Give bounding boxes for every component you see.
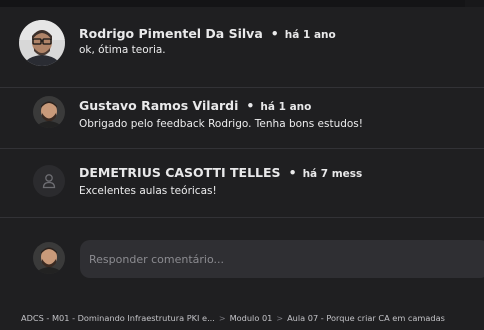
comment-time: há 1 ano — [284, 29, 336, 41]
comment-item: DEMETRIUS CASOTTI TELLES • há 7 mess Excel… — [0, 149, 484, 217]
comment-meta: Gustavo Ramos Vilardi • há 1 ano — [79, 98, 311, 113]
author-name[interactable]: Gustavo Ramos Vilardi — [79, 98, 238, 113]
reply-input[interactable] — [80, 240, 484, 278]
author-name[interactable]: Rodrigo Pimentel Da Silva — [79, 26, 263, 41]
comment-meta: Rodrigo Pimentel Da Silva • há 1 ano — [79, 26, 336, 41]
breadcrumb-item-lesson[interactable]: Aula 07 - Porque criar CA em camadas — [287, 313, 445, 323]
meta-separator: • — [270, 26, 279, 41]
breadcrumb-item-course[interactable]: ADCS - M01 - Dominando Infraestrutura PK… — [21, 313, 215, 323]
comment-meta: DEMETRIUS CASOTTI TELLES • há 7 mess — [79, 165, 362, 180]
reply-box — [80, 240, 484, 278]
comment-text: ok, ótima teoria. — [79, 44, 166, 56]
chevron-right-icon: > — [276, 314, 284, 323]
user-icon — [42, 174, 56, 189]
author-avatar[interactable] — [33, 165, 65, 197]
comment-text: Excelentes aulas teóricas! — [79, 185, 217, 197]
comment-time: há 1 ano — [260, 101, 312, 113]
photo-avatar-beard-icon — [33, 96, 65, 128]
author-avatar[interactable] — [33, 96, 65, 128]
meta-separator: • — [288, 165, 297, 180]
current-user-avatar — [33, 242, 65, 274]
author-avatar[interactable] — [19, 20, 65, 66]
meta-separator: • — [246, 98, 255, 113]
comment-text: Obrigado pelo feedback Rodrigo. Tenha bo… — [79, 118, 363, 130]
divider — [0, 217, 484, 218]
breadcrumb-item-module[interactable]: Modulo 01 — [230, 313, 273, 323]
chevron-right-icon: > — [218, 314, 226, 323]
author-name[interactable]: DEMETRIUS CASOTTI TELLES — [79, 165, 281, 180]
photo-avatar-glasses-icon — [19, 20, 65, 66]
breadcrumb: ADCS - M01 - Dominando Infraestrutura PK… — [21, 313, 445, 323]
comment-item: Gustavo Ramos Vilardi • há 1 ano Obrigado … — [0, 88, 484, 148]
comment-item: Rodrigo Pimentel Da Silva • há 1 ano ok, ó… — [0, 0, 484, 88]
photo-avatar-beard-icon — [33, 242, 65, 274]
comment-time: há 7 mess — [302, 168, 363, 180]
